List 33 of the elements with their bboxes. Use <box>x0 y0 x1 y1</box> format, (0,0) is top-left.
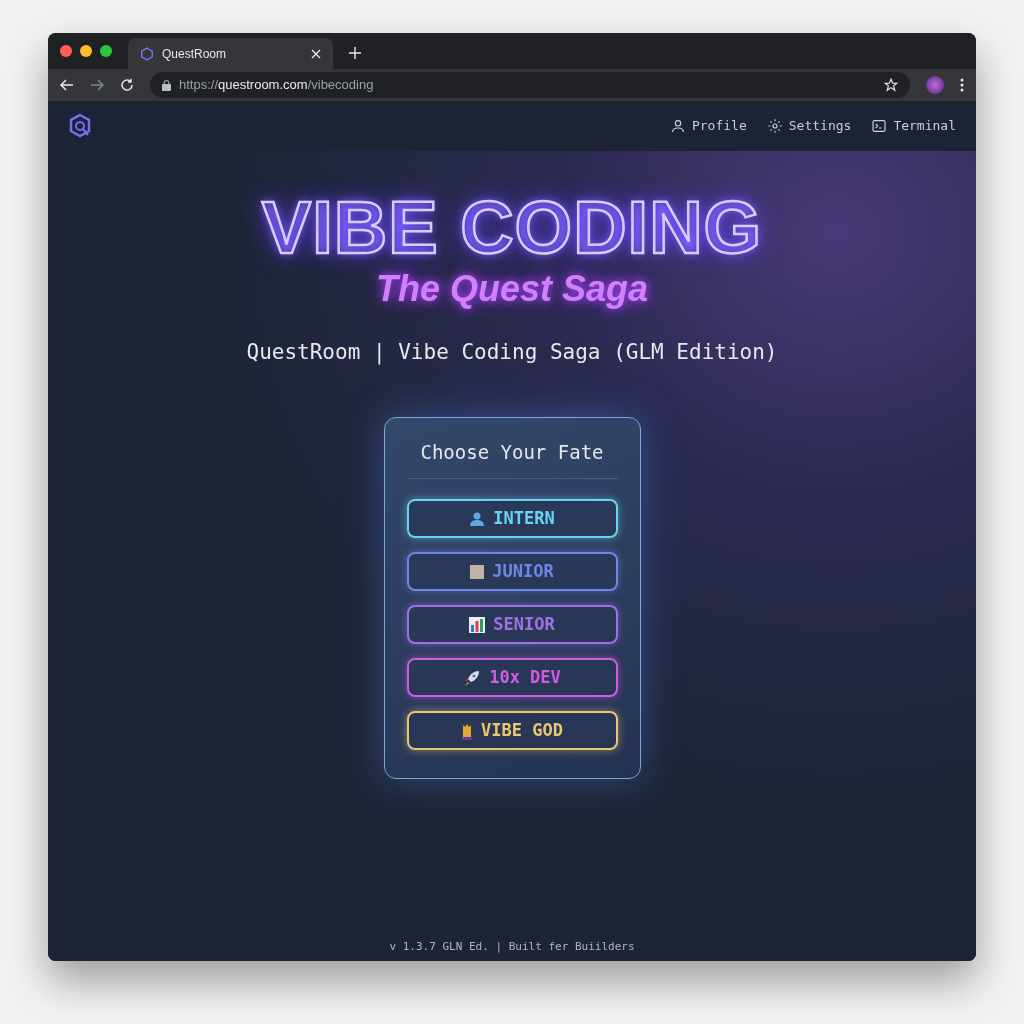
nav-link[interactable]: Settings <box>766 116 852 136</box>
tab-title: QuestRoom <box>162 45 228 63</box>
card-title: Choose Your Fate <box>406 437 618 479</box>
menu-icon[interactable] <box>960 78 964 92</box>
hero-subtitle: The Quest Saga <box>375 271 649 307</box>
reload-icon[interactable] <box>120 78 134 92</box>
fate-button[interactable]: 10x DEV <box>406 658 618 697</box>
url-text: https://questroom.com/vibecoding <box>179 76 375 95</box>
settings-icon <box>766 118 783 134</box>
nav-link[interactable]: Profile <box>669 116 747 136</box>
browser-tab[interactable]: QuestRoom <box>128 38 333 69</box>
nav-link[interactable]: Terminal <box>871 116 956 136</box>
person-icon <box>469 510 486 527</box>
hero-title: VIBE CODING <box>261 191 763 265</box>
rocket-icon <box>463 668 482 687</box>
back-icon[interactable] <box>60 78 74 92</box>
star-icon[interactable] <box>884 78 898 92</box>
person-icon <box>669 118 686 134</box>
fate-button[interactable]: INTERN <box>406 499 618 538</box>
logo-icon <box>140 46 154 61</box>
forward-icon[interactable] <box>90 78 104 92</box>
fate-button[interactable]: VIBE GOD <box>406 711 618 750</box>
address-field[interactable]: https://questroom.com/vibecoding <box>150 72 910 98</box>
new-tab-icon[interactable] <box>349 47 361 59</box>
lock-icon <box>162 79 171 91</box>
terminal-icon <box>871 118 888 134</box>
square-icon <box>470 564 485 579</box>
logo-icon[interactable] <box>68 113 92 139</box>
chart-icon <box>469 616 486 633</box>
tagline: QuestRoom | Vibe Coding Saga (GLM Edition) <box>246 339 778 367</box>
close-icon[interactable] <box>311 48 321 59</box>
avatar-icon[interactable] <box>926 76 944 94</box>
footer-text: v 1.3.7 GLN Ed. | Built fer Buiilders <box>389 938 635 955</box>
